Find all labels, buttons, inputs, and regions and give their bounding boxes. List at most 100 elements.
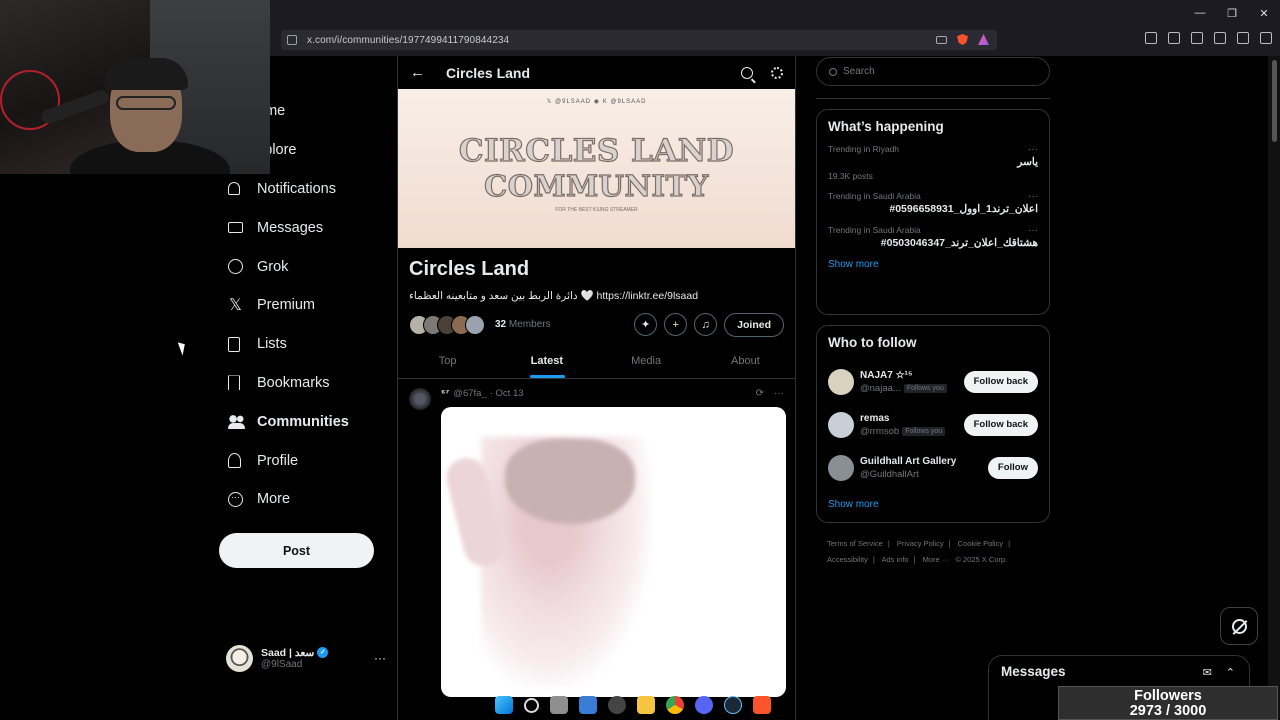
scrollbar[interactable]	[1268, 56, 1280, 720]
nav-messages[interactable]: Messages	[220, 208, 390, 247]
site-info-icon[interactable]	[287, 35, 297, 45]
follows-you-badge: Follows you	[903, 383, 947, 393]
member-count[interactable]: 32 Members	[495, 319, 551, 330]
tweet-author-name[interactable]: ⁶⁷	[441, 388, 449, 399]
grok-button[interactable]	[1220, 607, 1258, 645]
minimize-icon[interactable]: —	[1184, 0, 1216, 26]
taskbar-search-icon[interactable]	[524, 697, 539, 713]
suggestion-name: NAJA7 ☆¹⁵	[860, 369, 913, 381]
tweet-more-icon[interactable]: ···	[774, 388, 784, 399]
new-message-icon[interactable]: ✉	[1203, 666, 1212, 679]
expand-icon[interactable]: ⌃	[1226, 666, 1235, 679]
nav-grok[interactable]: Grok	[220, 247, 390, 286]
follow-button[interactable]: Follow	[987, 456, 1038, 479]
nav-premium[interactable]: 𝕏 Premium	[220, 286, 390, 325]
task-view-icon[interactable]	[550, 696, 568, 714]
wallet-icon[interactable]	[1168, 32, 1180, 44]
footer-link[interactable]: Ads info	[881, 555, 908, 564]
footer-link[interactable]: More ···	[923, 555, 950, 564]
show-more-link[interactable]: Show more	[828, 499, 1038, 510]
trend-more-icon[interactable]: ···	[1028, 191, 1038, 202]
tab-top[interactable]: Top	[398, 343, 497, 378]
tab-about[interactable]: About	[696, 343, 795, 378]
tweet-media[interactable]	[441, 407, 786, 697]
nav-bookmarks[interactable]: Bookmarks	[220, 364, 390, 403]
show-more-link[interactable]: Show more	[828, 259, 1038, 270]
member-avatar	[465, 314, 485, 335]
suggestion-name: remas	[860, 412, 890, 424]
account-switcher[interactable]: Saad | سعد ✓ @9lSaad ···	[226, 643, 386, 673]
verified-badge-icon: ✓	[317, 647, 329, 658]
brave-shields-icon[interactable]	[957, 34, 968, 45]
account-more-icon[interactable]: ···	[374, 651, 386, 665]
close-icon[interactable]: ✕	[1248, 0, 1280, 26]
post-button[interactable]: Post	[219, 533, 374, 568]
tweet[interactable]: ⁶⁷ @67fa_ · Oct 13 ⟳ ···	[398, 379, 795, 697]
nav-communities[interactable]: Communities	[220, 402, 390, 441]
tweet-author-handle[interactable]: @67fa_	[453, 388, 486, 399]
trend-item[interactable]: Trending in Saudi Arabia ··· #اعلان_ترند…	[828, 191, 1038, 215]
sparkle-icon[interactable]: ✦	[634, 313, 658, 336]
nav-notifications[interactable]: Notifications	[220, 170, 390, 209]
members-row: 32 Members ✦ + ♫ Joined	[398, 302, 795, 338]
envelope-icon	[228, 222, 243, 234]
vpn-icon[interactable]	[1237, 32, 1249, 44]
follow-suggestion[interactable]: NAJA7 ☆¹⁵ @najaa... Follows you Follow ba…	[828, 360, 1038, 403]
scrollbar-thumb[interactable]	[1272, 60, 1277, 142]
footer-link[interactable]: Accessibility	[827, 555, 868, 564]
extensions-icon[interactable]	[1145, 32, 1157, 44]
store-icon[interactable]	[579, 696, 597, 714]
followers-goal-widget: Followers 2973 / 3000	[1058, 686, 1278, 720]
avatar	[828, 368, 854, 395]
list-icon	[228, 336, 240, 352]
file-explorer-icon[interactable]	[637, 696, 655, 714]
trend-item[interactable]: Trending in Riyadh ··· ياسر 19.3K posts	[828, 144, 1038, 181]
obs-icon[interactable]	[608, 696, 626, 714]
discord-icon[interactable]	[695, 696, 713, 714]
nav-lists[interactable]: Lists	[220, 325, 390, 364]
trend-item[interactable]: Trending in Saudi Arabia ··· #هشتاقك_اعل…	[828, 225, 1038, 249]
footer-link[interactable]: Cookie Policy	[958, 539, 1003, 548]
avatar	[828, 411, 854, 438]
banner-title-line1: CIRCLES LAND	[458, 132, 735, 169]
restore-icon[interactable]: ❐	[1216, 0, 1248, 26]
windows-start-icon[interactable]	[495, 696, 513, 714]
follow-back-button[interactable]: Follow back	[963, 413, 1038, 436]
notifications-bell-icon[interactable]: ♫	[694, 313, 718, 336]
nav-profile[interactable]: Profile	[220, 441, 390, 480]
brave-icon[interactable]	[753, 696, 771, 714]
banner-title-line2: COMMUNITY	[484, 168, 709, 203]
tweet-avatar[interactable]	[409, 388, 431, 410]
search-input[interactable]: Search	[816, 57, 1050, 86]
trend-topic: #هشتاقك_اعلان_ترند_0503046347	[880, 237, 1038, 249]
follow-back-button[interactable]: Follow back	[963, 370, 1038, 393]
nav-more[interactable]: ··· More	[220, 480, 390, 519]
search-icon[interactable]	[741, 66, 753, 79]
trend-more-icon[interactable]: ···	[1028, 144, 1038, 155]
member-avatars[interactable]	[409, 314, 485, 335]
nav-label: Grok	[257, 258, 289, 275]
tweet-date[interactable]: · Oct 13	[490, 388, 524, 399]
menu-icon[interactable]	[1260, 32, 1272, 44]
tab-media[interactable]: Media	[597, 343, 696, 378]
brave-rewards-icon[interactable]	[978, 34, 989, 45]
chrome-icon[interactable]	[666, 696, 684, 714]
copyright: © 2025 X Corp.	[955, 555, 1008, 564]
follow-suggestion[interactable]: Guildhall Art Gallery @GuildhallArt Foll…	[828, 446, 1038, 489]
steam-icon[interactable]	[724, 696, 742, 714]
follow-suggestion[interactable]: remas @rrmsob Follows you Follow back	[828, 403, 1038, 446]
grok-icon[interactable]: ⟳	[756, 388, 764, 399]
sidebar-icon[interactable]	[1191, 32, 1203, 44]
back-arrow-icon[interactable]: ←	[410, 64, 446, 81]
gear-icon[interactable]	[771, 66, 783, 79]
footer-link[interactable]: Terms of Service	[827, 539, 883, 548]
footer-link[interactable]: Privacy Policy	[897, 539, 944, 548]
leo-icon[interactable]	[1214, 32, 1226, 44]
screen-icon[interactable]	[936, 36, 947, 44]
add-member-icon[interactable]: +	[664, 313, 688, 336]
trend-more-icon[interactable]: ···	[1028, 225, 1038, 236]
joined-button[interactable]: Joined	[724, 312, 784, 337]
tab-latest[interactable]: Latest	[497, 343, 596, 378]
address-bar[interactable]: x.com/i/communities/1977499411790844234	[281, 30, 997, 50]
who-to-follow-card: Who to follow NAJA7 ☆¹⁵ @najaa... Follows…	[816, 325, 1050, 523]
